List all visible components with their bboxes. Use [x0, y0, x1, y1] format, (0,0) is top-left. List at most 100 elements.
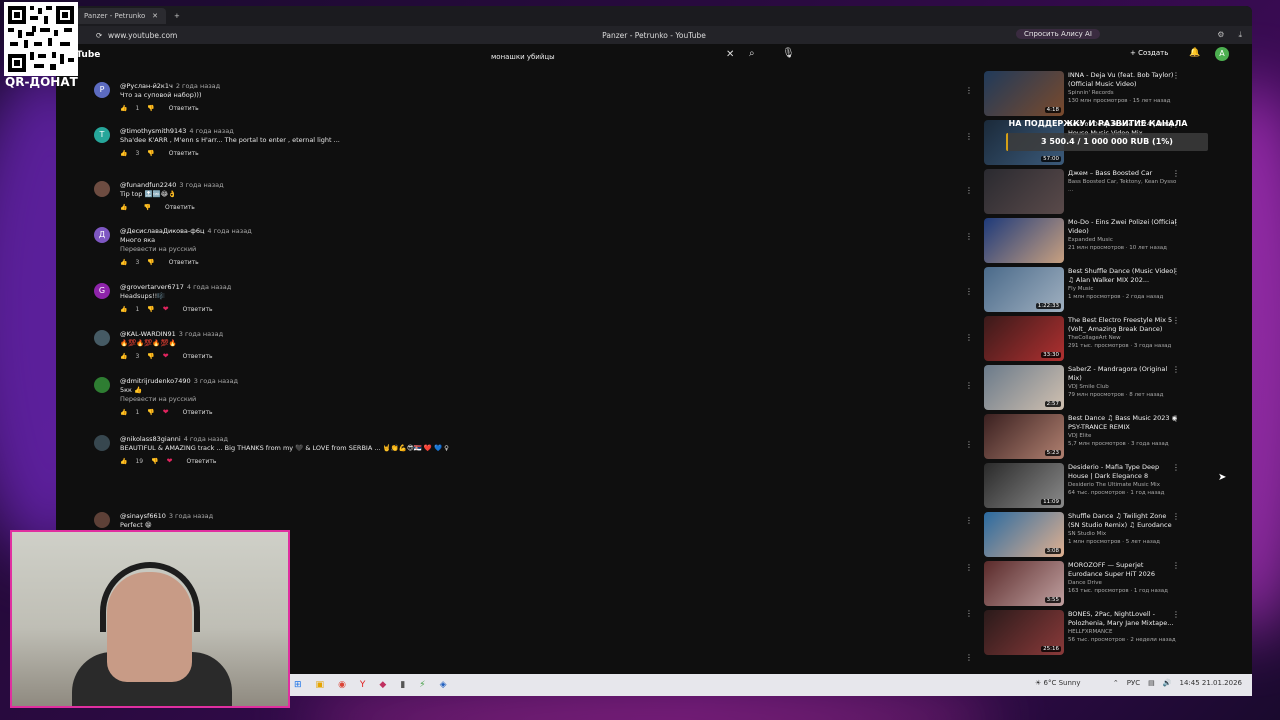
- video-menu-icon[interactable]: ⋮: [1172, 169, 1180, 178]
- reply-button[interactable]: Ответить: [169, 149, 199, 158]
- like-icon[interactable]: 👍: [120, 104, 127, 113]
- comment-author[interactable]: @ДесиславаДикова-ф6ц: [120, 227, 204, 235]
- recommended-video[interactable]: Mo-Do - Eins Zwei Polizei (Official Vide…: [984, 218, 1216, 267]
- video-menu-icon[interactable]: ⋮: [1172, 71, 1180, 80]
- dislike-icon[interactable]: 👎: [147, 258, 154, 267]
- account-avatar[interactable]: A: [1215, 47, 1229, 61]
- comment-menu-icon[interactable]: ⋮: [965, 653, 973, 662]
- comment-avatar[interactable]: [94, 330, 110, 346]
- comment-avatar[interactable]: T: [94, 127, 110, 143]
- video-title[interactable]: Джем – Bass Boosted Car: [1068, 169, 1178, 178]
- video-menu-icon[interactable]: ⋮: [1172, 561, 1180, 570]
- comment-author[interactable]: @KAL-WARDIN91: [120, 330, 176, 338]
- video-menu-icon[interactable]: ⋮: [1172, 414, 1180, 423]
- comment-author[interactable]: @timothysmith9143: [120, 127, 186, 135]
- app-icon[interactable]: ▮: [400, 680, 405, 690]
- comment-menu-icon[interactable]: ⋮: [965, 563, 973, 572]
- volume-icon[interactable]: 🔊: [1163, 679, 1172, 687]
- start-icon[interactable]: ⊞: [294, 680, 302, 690]
- downloads-icon[interactable]: ⤓: [1238, 30, 1242, 40]
- video-title[interactable]: The Best Electro Freestyle Mix 5 (Volt_ …: [1068, 316, 1178, 334]
- like-icon[interactable]: 👍: [120, 352, 127, 361]
- reply-button[interactable]: Ответить: [169, 104, 199, 113]
- recommended-video[interactable]: 4:18 INNA - Deja Vu (feat. Bob Taylor) (O…: [984, 71, 1216, 120]
- like-icon[interactable]: 👍: [120, 258, 127, 267]
- notifications-bell-icon[interactable]: 🔔: [1189, 48, 1200, 58]
- comment-menu-icon[interactable]: ⋮: [965, 516, 973, 525]
- comment-author[interactable]: @Руслан-й2к1ч: [120, 82, 173, 90]
- comment-menu-icon[interactable]: ⋮: [965, 381, 973, 390]
- video-menu-icon[interactable]: ⋮: [1172, 463, 1180, 472]
- video-title[interactable]: Desiderio - Mafia Type Deep House | Dark…: [1068, 463, 1178, 481]
- video-channel[interactable]: VDJ Smile Club: [1068, 383, 1178, 391]
- video-thumbnail[interactable]: 11:09: [984, 463, 1064, 508]
- language-indicator[interactable]: РУС: [1127, 679, 1140, 687]
- dislike-icon[interactable]: 👎: [147, 104, 154, 113]
- video-title[interactable]: Best Dance ♫ Bass Music 2023 ◉ PSY-TRANC…: [1068, 414, 1178, 432]
- comment-menu-icon[interactable]: ⋮: [965, 186, 973, 195]
- comment-time[interactable]: 3 года назад: [194, 377, 238, 385]
- like-icon[interactable]: 👍: [120, 305, 127, 314]
- video-menu-icon[interactable]: ⋮: [1172, 218, 1180, 227]
- video-channel[interactable]: SN Studio Mix: [1068, 530, 1178, 538]
- clear-search-icon[interactable]: ✕: [726, 49, 734, 60]
- video-channel[interactable]: VDJ Elite: [1068, 432, 1178, 440]
- comment-menu-icon[interactable]: ⋮: [965, 232, 973, 241]
- clock[interactable]: 14:45 21.01.2026: [1179, 679, 1242, 687]
- comment-avatar[interactable]: Д: [94, 227, 110, 243]
- reply-button[interactable]: Ответить: [183, 352, 213, 361]
- explorer-icon[interactable]: ▣: [316, 680, 325, 690]
- recommended-video[interactable]: 25:16 BONES, 2Pac, NightLovell - Polozhen…: [984, 610, 1216, 659]
- comment-menu-icon[interactable]: ⋮: [965, 132, 973, 141]
- video-menu-icon[interactable]: ⋮: [1172, 610, 1180, 619]
- comment-avatar[interactable]: P: [94, 82, 110, 98]
- video-title[interactable]: SaberZ - Mandragora (Original Mix): [1068, 365, 1178, 383]
- video-channel[interactable]: HELLFXRMANCE: [1068, 628, 1178, 636]
- comment-avatar[interactable]: [94, 512, 110, 528]
- dislike-icon[interactable]: 👎: [147, 352, 154, 361]
- video-menu-icon[interactable]: ⋮: [1172, 365, 1180, 374]
- video-thumbnail[interactable]: 5:23: [984, 414, 1064, 459]
- create-button[interactable]: + Создать: [1130, 49, 1168, 57]
- comment-author[interactable]: @dmitrijrudenko7490: [120, 377, 191, 385]
- yandex-icon[interactable]: Y: [360, 680, 366, 690]
- reply-button[interactable]: Ответить: [169, 258, 199, 267]
- comment-time[interactable]: 4 года назад: [207, 227, 251, 235]
- video-thumbnail[interactable]: 2:57: [984, 365, 1064, 410]
- video-title[interactable]: INNA - Deja Vu (feat. Bob Taylor) (Offic…: [1068, 71, 1178, 89]
- video-channel[interactable]: Bass Boosted Car, Tektony, Kean Dysso ..…: [1068, 178, 1178, 194]
- comment-menu-icon[interactable]: ⋮: [965, 86, 973, 95]
- video-thumbnail[interactable]: 25:16: [984, 610, 1064, 655]
- recommended-video[interactable]: Джем – Bass Boosted Car Bass Boosted Car,…: [984, 169, 1216, 218]
- video-menu-icon[interactable]: ⋮: [1172, 512, 1180, 521]
- comment-author[interactable]: @sinaysf6610: [120, 512, 166, 520]
- comment-avatar[interactable]: [94, 377, 110, 393]
- search-input[interactable]: монашки убийцы: [486, 48, 736, 66]
- recommended-video[interactable]: 5:23 Best Dance ♫ Bass Music 2023 ◉ PSY-T…: [984, 414, 1216, 463]
- dislike-icon[interactable]: 👎: [147, 408, 154, 417]
- video-thumbnail[interactable]: 1:22:33: [984, 267, 1064, 312]
- comment-time[interactable]: 4 года назад: [184, 435, 228, 443]
- comment-author[interactable]: @grovertarver6717: [120, 283, 184, 291]
- dislike-icon[interactable]: 👎: [151, 457, 158, 466]
- comment-author[interactable]: @funandfun2240: [120, 181, 176, 189]
- app-icon[interactable]: ◆: [379, 680, 386, 690]
- video-title[interactable]: Shuffle Dance ♫ Twilight Zone (SN Studio…: [1068, 512, 1178, 530]
- dislike-icon[interactable]: 👎: [143, 203, 150, 212]
- video-channel[interactable]: Dance Drive: [1068, 579, 1178, 587]
- like-icon[interactable]: 👍: [120, 149, 127, 158]
- video-channel[interactable]: TheCollageArt New: [1068, 334, 1178, 342]
- comment-menu-icon[interactable]: ⋮: [965, 609, 973, 618]
- app-icon[interactable]: ⚡: [419, 680, 425, 690]
- network-icon[interactable]: ▤: [1148, 679, 1155, 687]
- reply-button[interactable]: Ответить: [186, 457, 216, 466]
- recommended-video[interactable]: 2:57 SaberZ - Mandragora (Original Mix) VD…: [984, 365, 1216, 414]
- comment-author[interactable]: @nikolass83gianni: [120, 435, 181, 443]
- dislike-icon[interactable]: 👎: [147, 149, 154, 158]
- video-thumbnail[interactable]: 3:08: [984, 512, 1064, 557]
- translate-link[interactable]: Перевести на русский: [120, 395, 914, 404]
- new-tab-icon[interactable]: +: [174, 12, 180, 20]
- comment-avatar[interactable]: [94, 181, 110, 197]
- recommended-video[interactable]: 1:22:33 Best Shuffle Dance (Music Video) …: [984, 267, 1216, 316]
- extensions-icon[interactable]: ⚙: [1217, 30, 1224, 40]
